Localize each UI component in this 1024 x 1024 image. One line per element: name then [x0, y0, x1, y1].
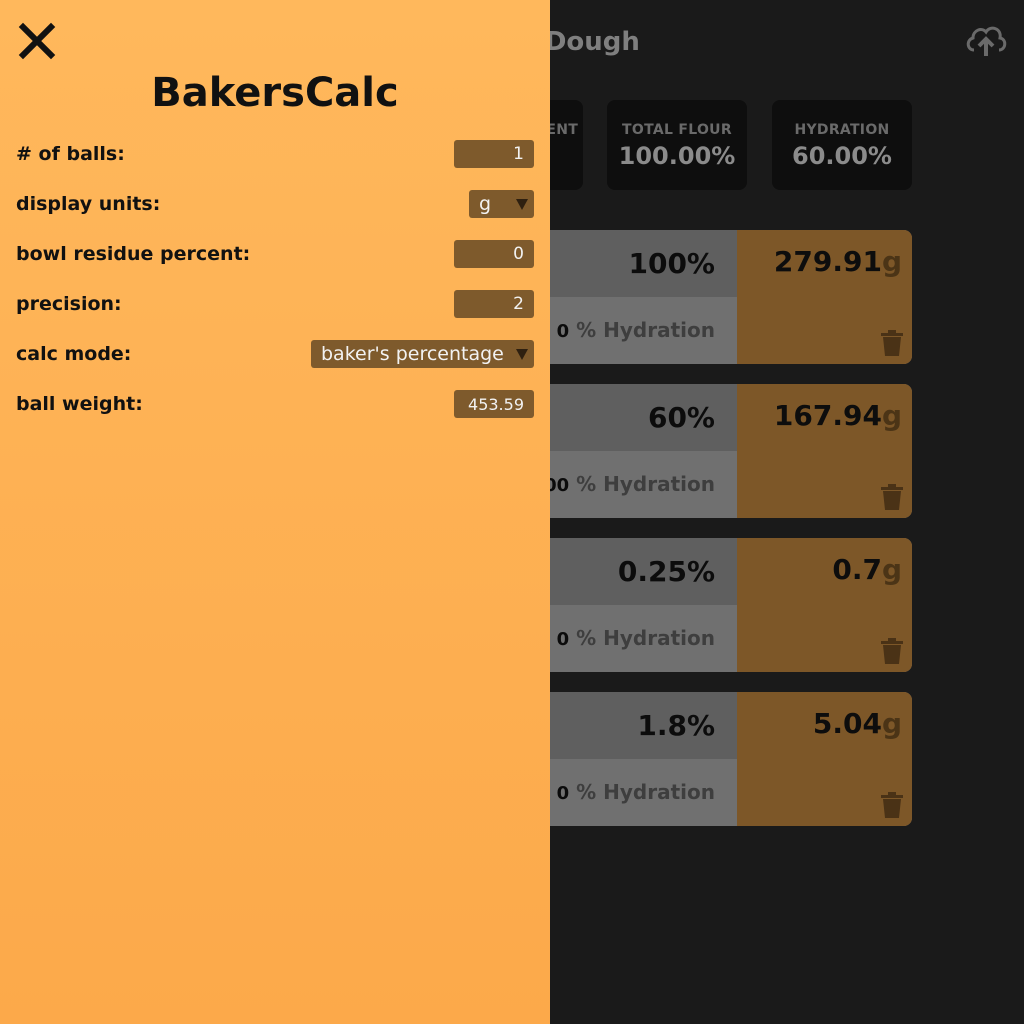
ingredient-percent[interactable]: 100%	[628, 247, 715, 280]
app-title: BakersCalc	[151, 70, 399, 116]
residue-input[interactable]	[454, 240, 534, 268]
calc-mode-select[interactable]: baker's percentage	[311, 340, 534, 368]
close-icon[interactable]	[18, 22, 56, 60]
calc-mode-value: baker's percentage	[321, 343, 504, 365]
hydration-label: % Hydration	[576, 318, 715, 342]
balls-label: # of balls:	[16, 143, 125, 165]
residue-row: bowl residue percent:	[16, 239, 534, 269]
weight-cell: 167.94g	[737, 384, 912, 518]
trash-icon[interactable]	[880, 484, 904, 510]
settings-panel: BakersCalc # of balls: display units: g …	[0, 0, 550, 1024]
ball-weight-input[interactable]	[454, 390, 534, 418]
trash-icon[interactable]	[880, 330, 904, 356]
hydration-label: % Hydration	[576, 780, 715, 804]
stat-value: 100.00%	[618, 142, 736, 170]
ingredient-weight[interactable]: 5.04	[813, 707, 882, 740]
weight-cell: 0.7g	[737, 538, 912, 672]
units-value: g	[479, 193, 492, 215]
ingredient-weight[interactable]: 167.94	[774, 399, 882, 432]
stat-hydration: HYDRATION 60.00%	[772, 100, 912, 190]
balls-input[interactable]	[454, 140, 534, 168]
trash-icon[interactable]	[880, 638, 904, 664]
hydration-value[interactable]: 0	[557, 321, 570, 342]
chevron-down-icon	[516, 199, 528, 210]
ingredient-weight[interactable]: 0.7	[832, 553, 882, 586]
stat-value: 60.00%	[792, 142, 892, 170]
units-select[interactable]: g	[469, 190, 534, 218]
precision-label: precision:	[16, 293, 122, 315]
hydration-value[interactable]: 0	[557, 629, 570, 650]
ingredient-percent[interactable]: 1.8%	[637, 709, 715, 742]
weight-unit: g	[881, 553, 902, 586]
ingredient-weight[interactable]: 279.91	[774, 245, 882, 278]
ingredient-percent[interactable]: 60%	[648, 401, 715, 434]
weight-unit: g	[881, 707, 902, 740]
balls-row: # of balls:	[16, 139, 534, 169]
calc-mode-label: calc mode:	[16, 343, 132, 365]
units-row: display units: g	[16, 189, 534, 219]
ingredient-percent[interactable]: 0.25%	[618, 555, 715, 588]
chevron-down-icon	[516, 349, 528, 360]
precision-row: precision:	[16, 289, 534, 319]
stat-label: HYDRATION	[794, 122, 890, 138]
trash-icon[interactable]	[880, 792, 904, 818]
stat-total-flour: TOTAL FLOUR 100.00%	[607, 100, 747, 190]
ball-weight-row: ball weight:	[16, 389, 534, 419]
residue-label: bowl residue percent:	[16, 243, 251, 265]
weight-cell: 5.04g	[737, 692, 912, 826]
ball-weight-label: ball weight:	[16, 393, 143, 415]
weight-unit: g	[881, 245, 902, 278]
calc-mode-row: calc mode: baker's percentage	[16, 339, 534, 369]
weight-cell: 279.91g	[737, 230, 912, 364]
cloud-upload-icon[interactable]	[964, 20, 1008, 60]
units-label: display units:	[16, 193, 161, 215]
precision-input[interactable]	[454, 290, 534, 318]
hydration-value[interactable]: 0	[557, 783, 570, 804]
stat-label: TOTAL FLOUR	[622, 122, 732, 138]
weight-unit: g	[881, 399, 902, 432]
hydration-label: % Hydration	[576, 626, 715, 650]
hydration-label: % Hydration	[576, 472, 715, 496]
